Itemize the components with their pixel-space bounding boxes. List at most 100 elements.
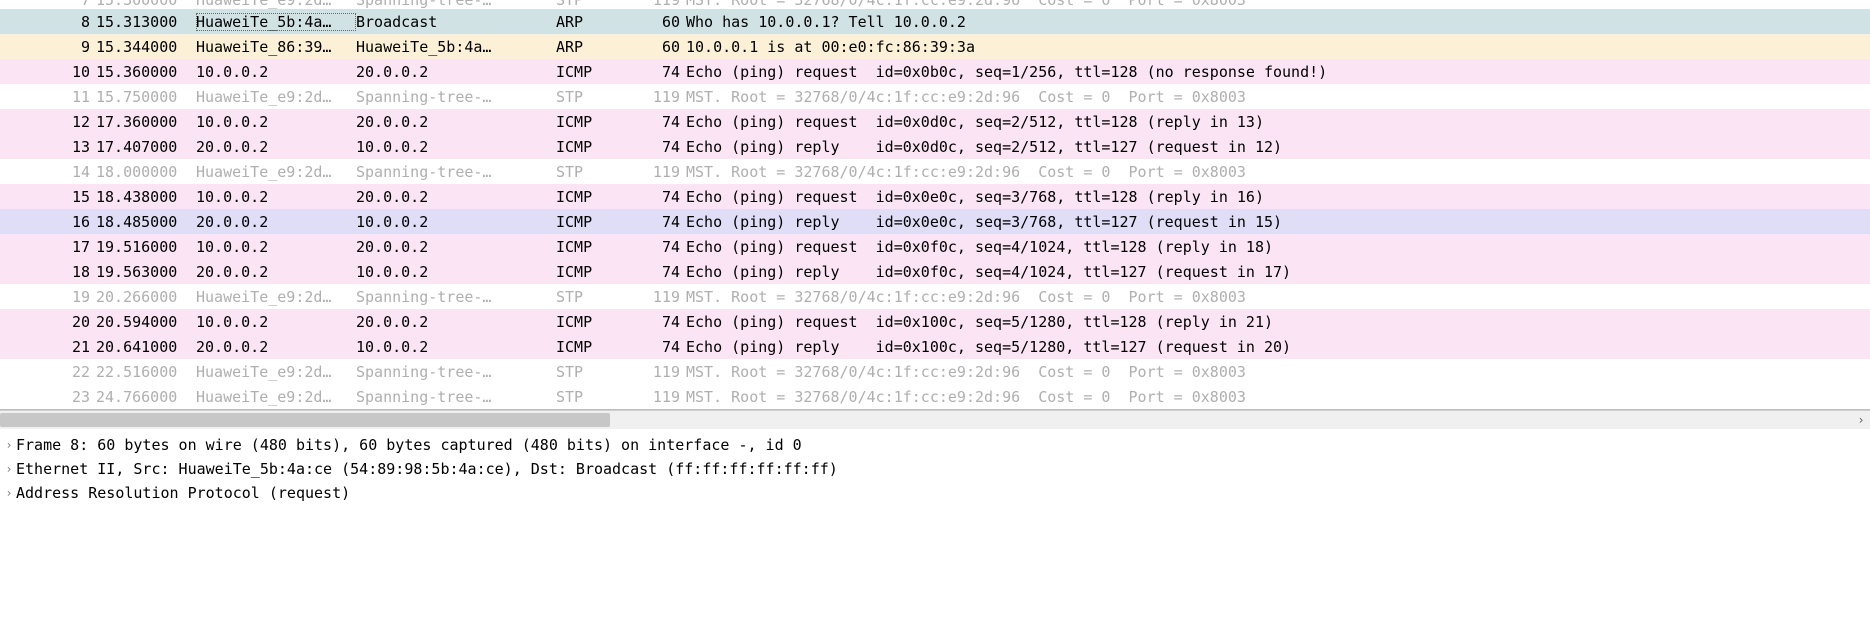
col-length: 74	[630, 263, 686, 281]
packet-row[interactable]: 1719.51600010.0.0.220.0.0.2ICMP74Echo (p…	[0, 234, 1870, 259]
col-source: HuaweiTe_e9:2d…	[196, 388, 356, 406]
col-protocol: ARP	[556, 13, 630, 31]
col-destination: Spanning-tree-…	[356, 363, 556, 381]
packet-row[interactable]: 2324.766000HuaweiTe_e9:2d…Spanning-tree-…	[0, 384, 1870, 409]
col-destination: 20.0.0.2	[356, 188, 556, 206]
col-no: 13	[0, 138, 96, 156]
col-info: Echo (ping) request id=0x0b0c, seq=1/256…	[686, 63, 1870, 81]
col-protocol: ICMP	[556, 63, 630, 81]
detail-tree-item[interactable]: ›Ethernet II, Src: HuaweiTe_5b:4a:ce (54…	[2, 457, 1870, 481]
packet-row[interactable]: 815.313000HuaweiTe_5b:4a…BroadcastARP60W…	[0, 9, 1870, 34]
detail-tree-item[interactable]: ›Frame 8: 60 bytes on wire (480 bits), 6…	[2, 433, 1870, 457]
col-destination: 20.0.0.2	[356, 113, 556, 131]
packet-row[interactable]: 1920.266000HuaweiTe_e9:2d…Spanning-tree-…	[0, 284, 1870, 309]
col-time: 22.516000	[96, 363, 196, 381]
col-no: 7	[0, 0, 96, 9]
packet-row[interactable]: 915.344000HuaweiTe_86:39…HuaweiTe_5b:4a……	[0, 34, 1870, 59]
detail-text: Frame 8: 60 bytes on wire (480 bits), 60…	[16, 436, 802, 454]
packet-list[interactable]: 715.300000HuaweiTe_e9:2d…Spanning-tree-……	[0, 0, 1870, 410]
col-protocol: ARP	[556, 38, 630, 56]
col-protocol: STP	[556, 88, 630, 106]
col-protocol: STP	[556, 0, 630, 9]
col-source: 20.0.0.2	[196, 213, 356, 231]
col-time: 18.485000	[96, 213, 196, 231]
packet-row[interactable]: 1518.43800010.0.0.220.0.0.2ICMP74Echo (p…	[0, 184, 1870, 209]
col-length: 60	[630, 13, 686, 31]
col-time: 17.360000	[96, 113, 196, 131]
col-source: HuaweiTe_5b:4a…	[196, 13, 356, 31]
expand-chevron-icon[interactable]: ›	[2, 486, 16, 500]
col-protocol: ICMP	[556, 313, 630, 331]
col-info: Echo (ping) request id=0x0e0c, seq=3/768…	[686, 188, 1870, 206]
col-destination: Spanning-tree-…	[356, 88, 556, 106]
col-time: 15.313000	[96, 13, 196, 31]
col-destination: Spanning-tree-…	[356, 288, 556, 306]
packet-row[interactable]: 1015.36000010.0.0.220.0.0.2ICMP74Echo (p…	[0, 59, 1870, 84]
scrollbar-thumb[interactable]	[0, 413, 610, 427]
packet-row[interactable]: 1217.36000010.0.0.220.0.0.2ICMP74Echo (p…	[0, 109, 1870, 134]
packet-row[interactable]: 1618.48500020.0.0.210.0.0.2ICMP74Echo (p…	[0, 209, 1870, 234]
col-no: 20	[0, 313, 96, 331]
col-destination: 10.0.0.2	[356, 138, 556, 156]
col-info: MST. Root = 32768/0/4c:1f:cc:e9:2d:96 Co…	[686, 388, 1870, 406]
col-destination: 20.0.0.2	[356, 313, 556, 331]
col-info: MST. Root = 32768/0/4c:1f:cc:e9:2d:96 Co…	[686, 163, 1870, 181]
col-source: HuaweiTe_e9:2d…	[196, 288, 356, 306]
col-destination: HuaweiTe_5b:4a…	[356, 38, 556, 56]
packet-row[interactable]: 2222.516000HuaweiTe_e9:2d…Spanning-tree-…	[0, 359, 1870, 384]
packet-row[interactable]: 1819.56300020.0.0.210.0.0.2ICMP74Echo (p…	[0, 259, 1870, 284]
col-source: 20.0.0.2	[196, 338, 356, 356]
col-info: Echo (ping) request id=0x100c, seq=5/128…	[686, 313, 1870, 331]
col-source: 10.0.0.2	[196, 113, 356, 131]
col-destination: 10.0.0.2	[356, 213, 556, 231]
horizontal-scrollbar[interactable]: ‹ ›	[0, 410, 1870, 429]
col-source: 10.0.0.2	[196, 63, 356, 81]
col-length: 119	[630, 163, 686, 181]
col-no: 12	[0, 113, 96, 131]
col-time: 20.266000	[96, 288, 196, 306]
expand-chevron-icon[interactable]: ›	[2, 438, 16, 452]
col-length: 74	[630, 113, 686, 131]
packet-row[interactable]: 1317.40700020.0.0.210.0.0.2ICMP74Echo (p…	[0, 134, 1870, 159]
packet-row[interactable]: 1418.000000HuaweiTe_e9:2d…Spanning-tree-…	[0, 159, 1870, 184]
col-info: MST. Root = 32768/0/4c:1f:cc:e9:2d:96 Co…	[686, 363, 1870, 381]
col-time: 15.360000	[96, 63, 196, 81]
col-info: Echo (ping) reply id=0x0f0c, seq=4/1024,…	[686, 263, 1870, 281]
col-time: 19.563000	[96, 263, 196, 281]
col-length: 119	[630, 288, 686, 306]
col-destination: Spanning-tree-…	[356, 388, 556, 406]
col-length: 74	[630, 188, 686, 206]
col-no: 21	[0, 338, 96, 356]
packet-row[interactable]: 1115.750000HuaweiTe_e9:2d…Spanning-tree-…	[0, 84, 1870, 109]
col-protocol: ICMP	[556, 188, 630, 206]
col-length: 74	[630, 138, 686, 156]
col-time: 15.750000	[96, 88, 196, 106]
col-length: 74	[630, 313, 686, 331]
expand-chevron-icon[interactable]: ›	[2, 462, 16, 476]
col-time: 18.438000	[96, 188, 196, 206]
col-protocol: STP	[556, 388, 630, 406]
col-info: Echo (ping) reply id=0x0d0c, seq=2/512, …	[686, 138, 1870, 156]
detail-tree-item[interactable]: ›Address Resolution Protocol (request)	[2, 481, 1870, 505]
col-length: 119	[630, 0, 686, 9]
col-time: 24.766000	[96, 388, 196, 406]
col-destination: Broadcast	[356, 13, 556, 31]
scroll-right-arrow-icon[interactable]: ›	[1852, 411, 1870, 429]
col-time: 20.641000	[96, 338, 196, 356]
col-protocol: ICMP	[556, 138, 630, 156]
col-info: Echo (ping) request id=0x0d0c, seq=2/512…	[686, 113, 1870, 131]
col-source: HuaweiTe_e9:2d…	[196, 88, 356, 106]
packet-details-pane[interactable]: ›Frame 8: 60 bytes on wire (480 bits), 6…	[0, 429, 1870, 545]
col-protocol: ICMP	[556, 213, 630, 231]
col-length: 119	[630, 363, 686, 381]
detail-text: Ethernet II, Src: HuaweiTe_5b:4a:ce (54:…	[16, 460, 838, 478]
packet-row[interactable]: 2120.64100020.0.0.210.0.0.2ICMP74Echo (p…	[0, 334, 1870, 359]
col-destination: Spanning-tree-…	[356, 163, 556, 181]
packet-row[interactable]: 2020.59400010.0.0.220.0.0.2ICMP74Echo (p…	[0, 309, 1870, 334]
col-source: 20.0.0.2	[196, 138, 356, 156]
col-info: MST. Root = 32768/0/4c:1f:cc:e9:2d:96 Co…	[686, 288, 1870, 306]
packet-row[interactable]: 715.300000HuaweiTe_e9:2d…Spanning-tree-……	[0, 0, 1870, 9]
col-length: 74	[630, 213, 686, 231]
col-no: 18	[0, 263, 96, 281]
col-protocol: STP	[556, 288, 630, 306]
